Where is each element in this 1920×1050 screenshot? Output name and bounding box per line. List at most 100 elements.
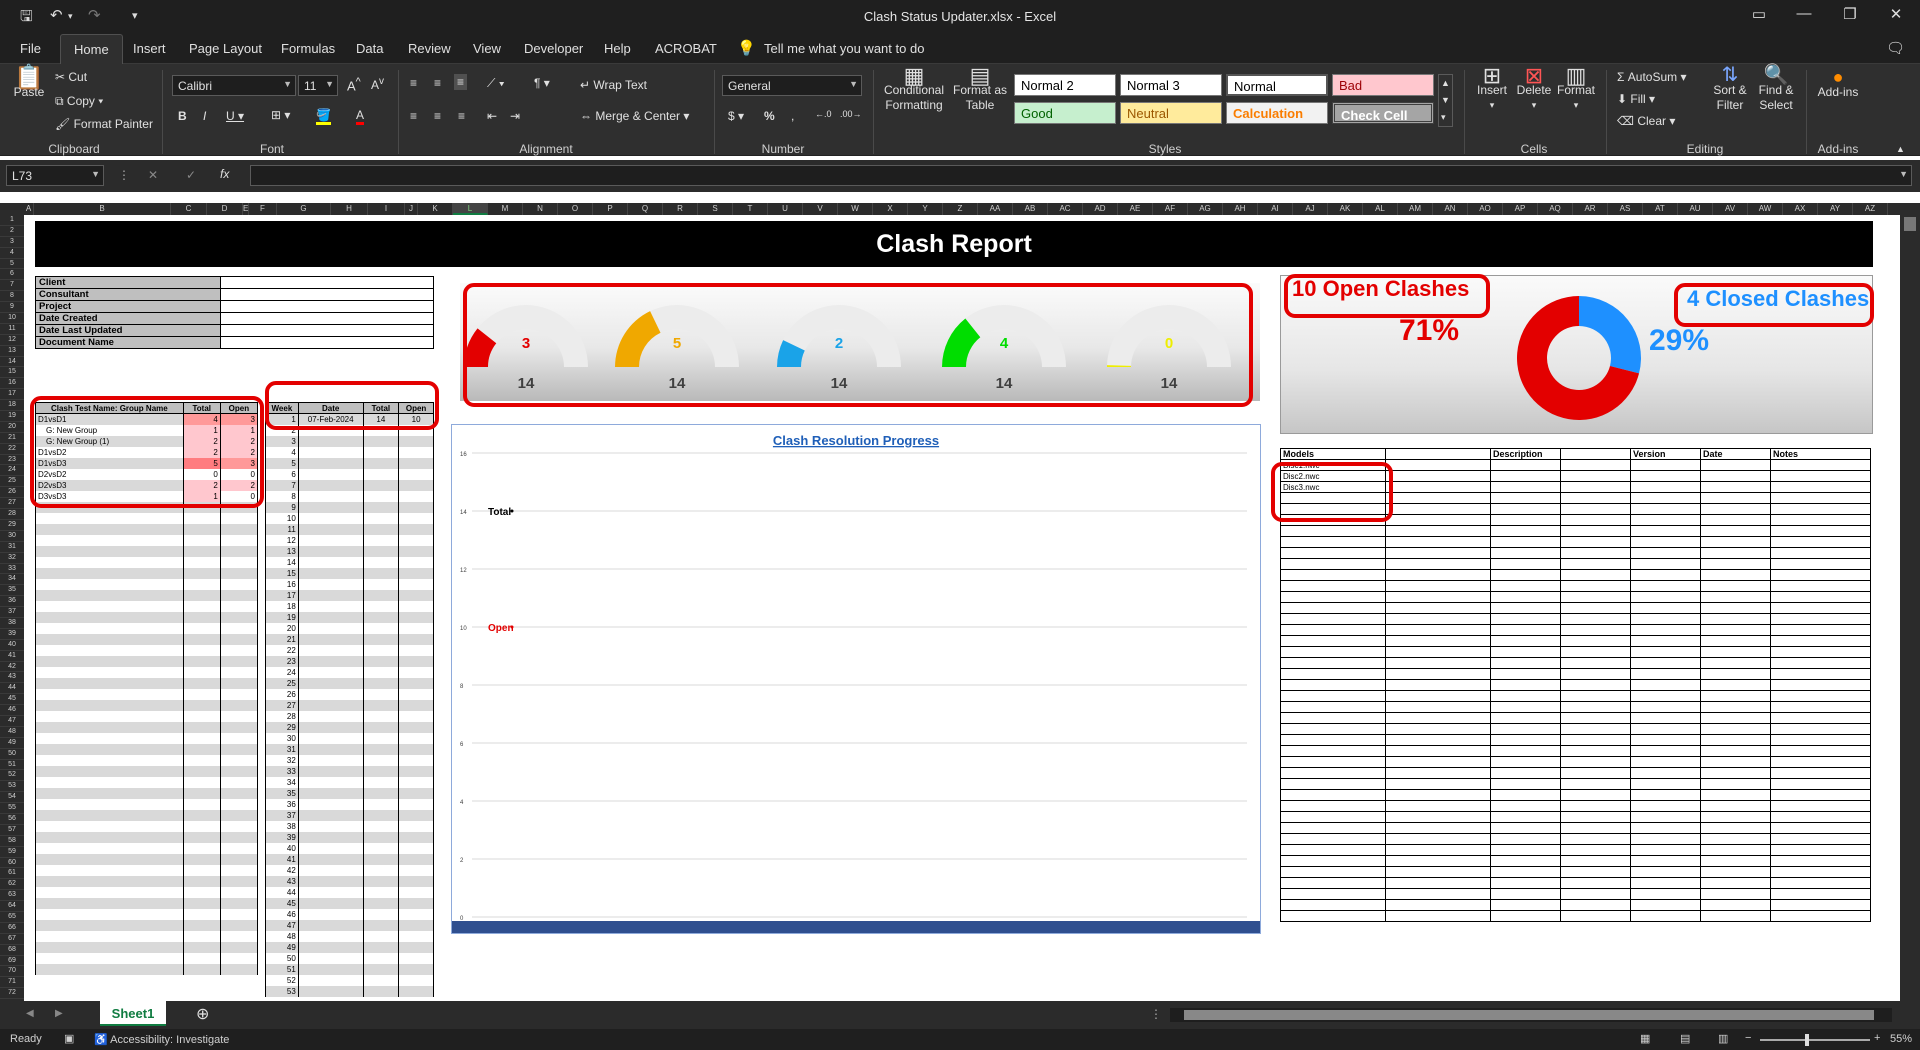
models-cell[interactable] xyxy=(1700,492,1771,504)
models-cell[interactable] xyxy=(1385,723,1491,735)
empty-cell[interactable] xyxy=(362,545,400,557)
empty-cell[interactable] xyxy=(219,633,259,645)
empty-cell[interactable] xyxy=(362,578,400,590)
models-cell[interactable] xyxy=(1560,855,1631,867)
column-header[interactable]: AD xyxy=(1083,203,1118,215)
empty-cell[interactable] xyxy=(398,941,434,953)
row-header[interactable]: 3 xyxy=(0,237,24,248)
models-cell[interactable] xyxy=(1700,646,1771,658)
empty-cell[interactable] xyxy=(219,864,259,876)
models-cell[interactable] xyxy=(1280,877,1386,889)
models-cell[interactable] xyxy=(1560,888,1631,900)
models-cell[interactable] xyxy=(1700,525,1771,537)
models-cell[interactable] xyxy=(1630,723,1701,735)
models-cell[interactable] xyxy=(1490,481,1561,493)
models-cell[interactable] xyxy=(1560,833,1631,845)
models-cell[interactable] xyxy=(1385,481,1491,493)
insert-function-icon[interactable]: fx xyxy=(220,167,229,181)
row-header[interactable]: 36 xyxy=(0,596,24,608)
models-cell[interactable] xyxy=(1770,888,1871,900)
models-cell[interactable] xyxy=(1630,514,1701,526)
models-cell[interactable] xyxy=(1700,591,1771,603)
empty-cell[interactable] xyxy=(297,677,364,689)
row-header[interactable]: 60 xyxy=(0,858,24,869)
empty-cell[interactable] xyxy=(297,545,364,557)
models-cell[interactable] xyxy=(1700,558,1771,570)
empty-cell[interactable] xyxy=(398,985,434,997)
empty-cell[interactable] xyxy=(35,831,184,843)
models-cell[interactable] xyxy=(1560,459,1631,471)
models-cell[interactable] xyxy=(1770,723,1871,735)
empty-cell[interactable] xyxy=(297,666,364,678)
models-cell[interactable] xyxy=(1280,690,1386,702)
empty-cell[interactable] xyxy=(182,897,221,909)
models-cell[interactable] xyxy=(1385,580,1491,592)
text-direction-icon[interactable]: ¶ ▾ xyxy=(534,76,550,90)
confirm-entry-icon[interactable]: ✓ xyxy=(186,168,196,182)
models-cell[interactable] xyxy=(1770,580,1871,592)
row-header[interactable]: 66 xyxy=(0,923,24,934)
empty-cell[interactable] xyxy=(182,710,221,722)
models-cell[interactable] xyxy=(1630,767,1701,779)
column-header[interactable]: AE xyxy=(1118,203,1153,215)
empty-cell[interactable] xyxy=(362,644,400,656)
empty-cell[interactable] xyxy=(362,985,400,997)
models-cell[interactable] xyxy=(1490,580,1561,592)
empty-cell[interactable] xyxy=(297,644,364,656)
models-cell[interactable] xyxy=(1700,481,1771,493)
models-cell[interactable] xyxy=(1770,635,1871,647)
models-cell[interactable] xyxy=(1560,580,1631,592)
models-cell[interactable] xyxy=(1630,844,1701,856)
models-cell[interactable] xyxy=(1700,470,1771,482)
underline-button[interactable]: U ▾ xyxy=(226,109,244,123)
empty-cell[interactable] xyxy=(398,886,434,898)
empty-cell[interactable] xyxy=(182,688,221,700)
tab-view[interactable]: View xyxy=(473,41,501,56)
models-cell[interactable] xyxy=(1490,569,1561,581)
empty-cell[interactable] xyxy=(35,611,184,623)
empty-cell[interactable] xyxy=(398,710,434,722)
empty-cell[interactable] xyxy=(398,567,434,579)
empty-cell[interactable] xyxy=(219,644,259,656)
models-cell[interactable] xyxy=(1630,525,1701,537)
models-cell[interactable] xyxy=(1490,602,1561,614)
row-header[interactable]: 16 xyxy=(0,378,24,390)
column-header[interactable]: AX xyxy=(1783,203,1818,215)
empty-cell[interactable] xyxy=(35,732,184,744)
empty-cell[interactable] xyxy=(182,853,221,865)
row-header[interactable]: 25 xyxy=(0,476,24,488)
row-header[interactable]: 37 xyxy=(0,607,24,618)
empty-cell[interactable] xyxy=(297,655,364,667)
models-cell[interactable] xyxy=(1490,844,1561,856)
models-cell[interactable] xyxy=(1560,745,1631,757)
empty-cell[interactable] xyxy=(219,710,259,722)
models-cell[interactable] xyxy=(1560,569,1631,581)
column-header[interactable]: AY xyxy=(1818,203,1853,215)
row-header[interactable]: 33 xyxy=(0,564,24,575)
models-cell[interactable] xyxy=(1700,514,1771,526)
row-header[interactable]: 20 xyxy=(0,422,24,433)
models-cell[interactable] xyxy=(1560,470,1631,482)
models-cell[interactable] xyxy=(1560,866,1631,878)
models-cell[interactable] xyxy=(1770,525,1871,537)
models-cell[interactable] xyxy=(1385,459,1491,471)
empty-cell[interactable] xyxy=(182,765,221,777)
models-cell[interactable] xyxy=(1385,789,1491,801)
column-header[interactable]: F xyxy=(249,203,277,215)
models-cell[interactable] xyxy=(1490,514,1561,526)
empty-cell[interactable] xyxy=(297,600,364,612)
models-cell[interactable] xyxy=(1770,569,1871,581)
tab-review[interactable]: Review xyxy=(408,41,451,56)
empty-cell[interactable] xyxy=(35,908,184,920)
empty-cell[interactable] xyxy=(362,721,400,733)
models-cell[interactable] xyxy=(1385,690,1491,702)
zoom-slider[interactable] xyxy=(1760,1034,1870,1046)
empty-cell[interactable] xyxy=(362,688,400,700)
models-cell[interactable] xyxy=(1560,481,1631,493)
column-header[interactable]: AB xyxy=(1013,203,1048,215)
row-header[interactable]: 53 xyxy=(0,781,24,793)
empty-cell[interactable] xyxy=(362,908,400,920)
empty-cell[interactable] xyxy=(297,622,364,634)
row-header[interactable]: 34 xyxy=(0,574,24,586)
empty-cell[interactable] xyxy=(297,930,364,942)
